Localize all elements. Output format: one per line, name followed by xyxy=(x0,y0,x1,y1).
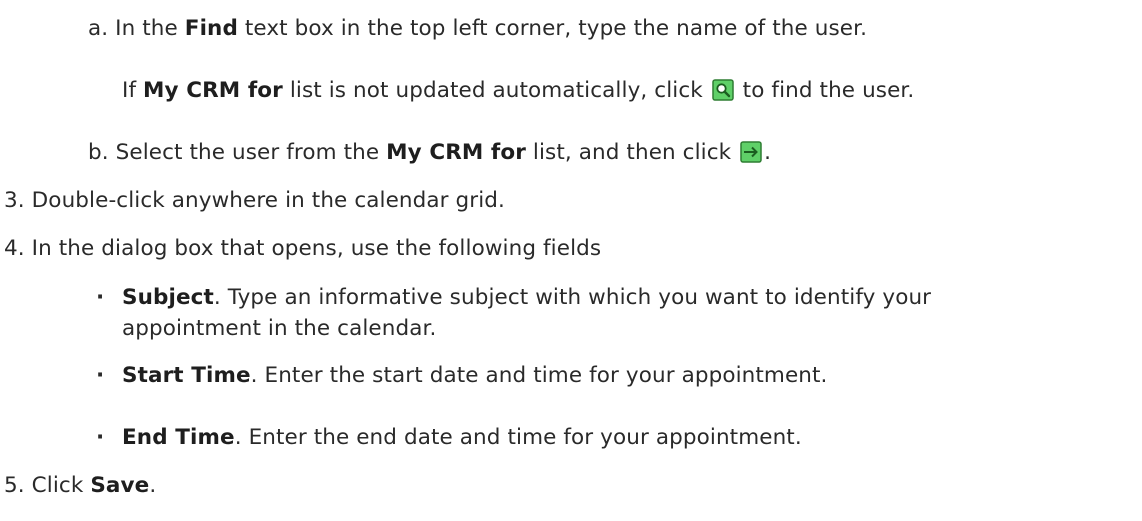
step-b-text-pre: Select the user from the xyxy=(115,140,387,165)
subject-desc: . Type an informative subject with which… xyxy=(213,285,932,310)
subject-desc-2: appointment in the calendar. xyxy=(122,316,437,341)
bullet: · xyxy=(96,363,105,388)
find-label: Find xyxy=(184,16,238,41)
note-text-post: to find the user. xyxy=(735,78,915,103)
step-b-marker: b. xyxy=(88,140,109,165)
step-4-text: In the dialog box that opens, use the fo… xyxy=(31,236,602,261)
step-4: 4. In the dialog box that opens, use the… xyxy=(4,235,601,263)
arrow-right-icon[interactable] xyxy=(740,141,762,163)
step-a: a. In the Find text box in the top left … xyxy=(88,15,867,43)
save-label: Save xyxy=(90,473,150,498)
end-time-label: End Time xyxy=(122,425,235,450)
end-time-desc: . Enter the end date and time for your a… xyxy=(234,425,802,450)
step-a-note: If My CRM for list is not updated automa… xyxy=(122,77,914,105)
note-text-pre: If xyxy=(122,78,144,103)
step-3-text: Double-click anywhere in the calendar gr… xyxy=(31,188,505,213)
note-text-mid: list is not updated automatically, click xyxy=(282,78,710,103)
field-subject-continued: appointment in the calendar. xyxy=(122,315,436,343)
step-b: b. Select the user from the My CRM for l… xyxy=(88,139,771,167)
search-icon[interactable] xyxy=(712,79,734,101)
step-3-marker: 3. xyxy=(4,188,25,213)
start-time-label: Start Time xyxy=(122,363,251,388)
step-5-marker: 5. xyxy=(4,473,25,498)
step-b-text-mid: list, and then click xyxy=(525,140,739,165)
field-subject: Subject. Type an informative subject wit… xyxy=(122,284,931,312)
document-page: { "step_a": { "marker": "a.", "pre": "In… xyxy=(0,0,1142,521)
step-b-text-post: . xyxy=(764,140,772,165)
step-4-marker: 4. xyxy=(4,236,25,261)
field-end-time: End Time. Enter the end date and time fo… xyxy=(122,424,802,452)
start-time-desc: . Enter the start date and time for your… xyxy=(250,363,828,388)
step-5-text-post: . xyxy=(149,473,157,498)
step-a-marker: a. xyxy=(88,16,109,41)
field-start-time: Start Time. Enter the start date and tim… xyxy=(122,362,828,390)
step-a-text-pre: In the xyxy=(115,16,185,41)
bullet: · xyxy=(96,425,105,450)
my-crm-for-label-b: My CRM for xyxy=(386,140,526,165)
bullet: · xyxy=(96,285,105,310)
step-3: 3. Double-click anywhere in the calendar… xyxy=(4,187,505,215)
my-crm-for-label: My CRM for xyxy=(143,78,283,103)
step-5: 5. Click Save. xyxy=(4,472,156,500)
step-5-text-pre: Click xyxy=(31,473,91,498)
subject-label: Subject xyxy=(122,285,214,310)
step-a-text-post: text box in the top left corner, type th… xyxy=(237,16,868,41)
